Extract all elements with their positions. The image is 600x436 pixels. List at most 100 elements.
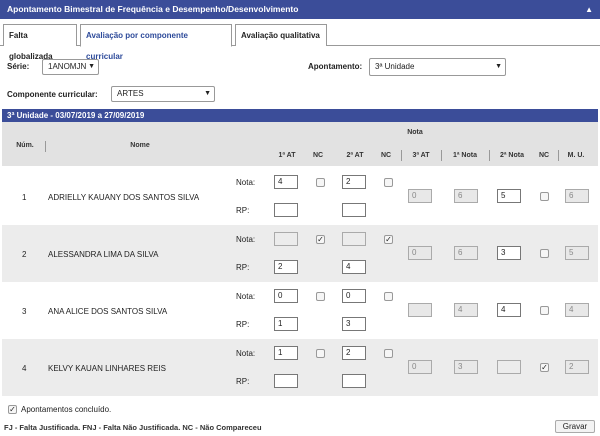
- nota2-input[interactable]: 3: [497, 246, 521, 260]
- student-name: KELVY KAUAN LINHARES REIS: [48, 364, 166, 373]
- chevron-down-icon: ▼: [88, 63, 95, 70]
- tab-strip: Falta globalizada Avaliação por componen…: [0, 24, 600, 61]
- apontamento-label: Apontamento:: [308, 62, 363, 71]
- at2-rp-input[interactable]: [342, 374, 366, 388]
- section-title-bar: 3ª Unidade - 03/07/2019 a 27/09/2019: [2, 109, 598, 122]
- nc2-checkbox[interactable]: [384, 178, 393, 187]
- chevron-down-icon: ▼: [204, 90, 211, 97]
- legend-text: FJ - Falta Justificada. FNJ - Falta Não …: [4, 423, 262, 432]
- tab-avaliacao-qualitativa[interactable]: Avaliação qualitativa: [235, 24, 327, 46]
- at3-value: 0: [408, 189, 432, 203]
- nc2-checkbox[interactable]: ✓: [384, 235, 393, 244]
- at1-nota-input[interactable]: 4: [274, 175, 298, 189]
- chevron-down-icon: ▼: [495, 63, 502, 70]
- tab-falta-globalizada[interactable]: Falta globalizada: [3, 24, 77, 61]
- section-title: 3ª Unidade - 03/07/2019 a 27/09/2019: [7, 111, 145, 120]
- table-row: 3 ANA ALICE DOS SANTOS SILVA Nota: RP: 0…: [2, 282, 598, 339]
- at2-nota-input[interactable]: 2: [342, 175, 366, 189]
- at2-rp-input[interactable]: 3: [342, 317, 366, 331]
- rp-label: RP:: [236, 206, 250, 215]
- window-title: Apontamento Bimestral de Frequência e De…: [7, 4, 299, 14]
- nota2-input[interactable]: 4: [497, 303, 521, 317]
- table-row: 1 ADRIELLY KAUANY DOS SANTOS SILVA Nota:…: [2, 168, 598, 225]
- at3-value: 0: [408, 246, 432, 260]
- at3-value: [408, 303, 432, 317]
- nc1-checkbox[interactable]: [316, 349, 325, 358]
- table-header: Nota Núm. Nome 1ª AT NC 2ª AT NC 3ª AT 1…: [2, 122, 598, 166]
- nota1-value: 3: [454, 360, 478, 374]
- col-2nota: 2ª Nota: [500, 152, 524, 159]
- nota-group-header: Nota: [407, 129, 423, 136]
- nc3-checkbox[interactable]: [540, 249, 549, 258]
- at1-nota-input[interactable]: 0: [274, 289, 298, 303]
- nota2-input[interactable]: 5: [497, 189, 521, 203]
- mu-value: 2: [565, 360, 589, 374]
- serie-value: 1ANOMJN: [48, 62, 87, 71]
- col-divider: [45, 141, 46, 152]
- row-num: 2: [22, 250, 27, 259]
- at1-nota-input[interactable]: [274, 232, 298, 246]
- rp-label: RP:: [236, 377, 250, 386]
- col-divider: [441, 150, 442, 161]
- mu-value: 5: [565, 246, 589, 260]
- col-nc2: NC: [380, 152, 392, 159]
- table-row: 2 ALESSANDRA LIMA DA SILVA Nota: RP: 2 ✓…: [2, 225, 598, 282]
- col-num: Núm.: [16, 142, 34, 149]
- nota-label: Nota:: [236, 178, 256, 187]
- nota1-value: 4: [454, 303, 478, 317]
- nota1-value: 6: [454, 189, 478, 203]
- apontamento-select[interactable]: 3ª Unidade ▼: [369, 58, 506, 76]
- col-nc1: NC: [312, 152, 324, 159]
- rp-label: RP:: [236, 320, 250, 329]
- nc3-checkbox[interactable]: [540, 306, 549, 315]
- at1-rp-input[interactable]: [274, 374, 298, 388]
- at2-rp-input[interactable]: 4: [342, 260, 366, 274]
- at1-rp-input[interactable]: 2: [274, 260, 298, 274]
- at2-nota-input[interactable]: 0: [342, 289, 366, 303]
- col-1at: 1ª AT: [278, 152, 296, 159]
- col-mu: M. U.: [567, 152, 585, 159]
- table-row: 4 KELVY KAUAN LINHARES REIS Nota: RP: 1 …: [2, 339, 598, 396]
- apontamento-value: 3ª Unidade: [375, 62, 415, 71]
- at3-value: 0: [408, 360, 432, 374]
- tab-label: Avaliação por componente curricular: [86, 31, 188, 61]
- col-divider: [489, 150, 490, 161]
- student-name: ADRIELLY KAUANY DOS SANTOS SILVA: [48, 193, 200, 202]
- at2-nota-input[interactable]: [342, 232, 366, 246]
- at1-nota-input[interactable]: 1: [274, 346, 298, 360]
- at1-rp-input[interactable]: 1: [274, 317, 298, 331]
- col-1nota: 1ª Nota: [453, 152, 477, 159]
- student-name: ALESSANDRA LIMA DA SILVA: [48, 250, 159, 259]
- nota2-input[interactable]: [497, 360, 521, 374]
- componente-select[interactable]: ARTES ▼: [111, 86, 215, 102]
- nota1-value: 6: [454, 246, 478, 260]
- nc3-checkbox[interactable]: ✓: [540, 363, 549, 372]
- row-num: 4: [22, 364, 27, 373]
- tab-label: Falta globalizada: [9, 31, 53, 61]
- col-divider: [401, 150, 402, 161]
- at2-nota-input[interactable]: 2: [342, 346, 366, 360]
- nc2-checkbox[interactable]: [384, 292, 393, 301]
- nota-label: Nota:: [236, 235, 256, 244]
- at2-rp-input[interactable]: [342, 203, 366, 217]
- nc1-checkbox[interactable]: [316, 292, 325, 301]
- student-name: ANA ALICE DOS SANTOS SILVA: [48, 307, 168, 316]
- col-nc3: NC: [538, 152, 550, 159]
- nc1-checkbox[interactable]: ✓: [316, 235, 325, 244]
- tab-label: Avaliação qualitativa: [241, 31, 320, 40]
- componente-label: Componente curricular:: [7, 90, 98, 99]
- serie-select[interactable]: 1ANOMJN ▼: [42, 59, 99, 75]
- save-button[interactable]: Gravar: [555, 420, 595, 433]
- col-divider: [558, 150, 559, 161]
- at1-rp-input[interactable]: [274, 203, 298, 217]
- nota-label: Nota:: [236, 292, 256, 301]
- nc3-checkbox[interactable]: [540, 192, 549, 201]
- nc2-checkbox[interactable]: [384, 349, 393, 358]
- concluded-checkbox[interactable]: ✓: [8, 405, 17, 414]
- concluded-label: Apontamentos concluído.: [21, 405, 112, 414]
- col-2at: 2ª AT: [346, 152, 364, 159]
- nc1-checkbox[interactable]: [316, 178, 325, 187]
- row-num: 1: [22, 193, 27, 202]
- tab-avaliacao-componente[interactable]: Avaliação por componente curricular: [80, 24, 232, 61]
- collapse-icon[interactable]: ▲: [585, 0, 593, 19]
